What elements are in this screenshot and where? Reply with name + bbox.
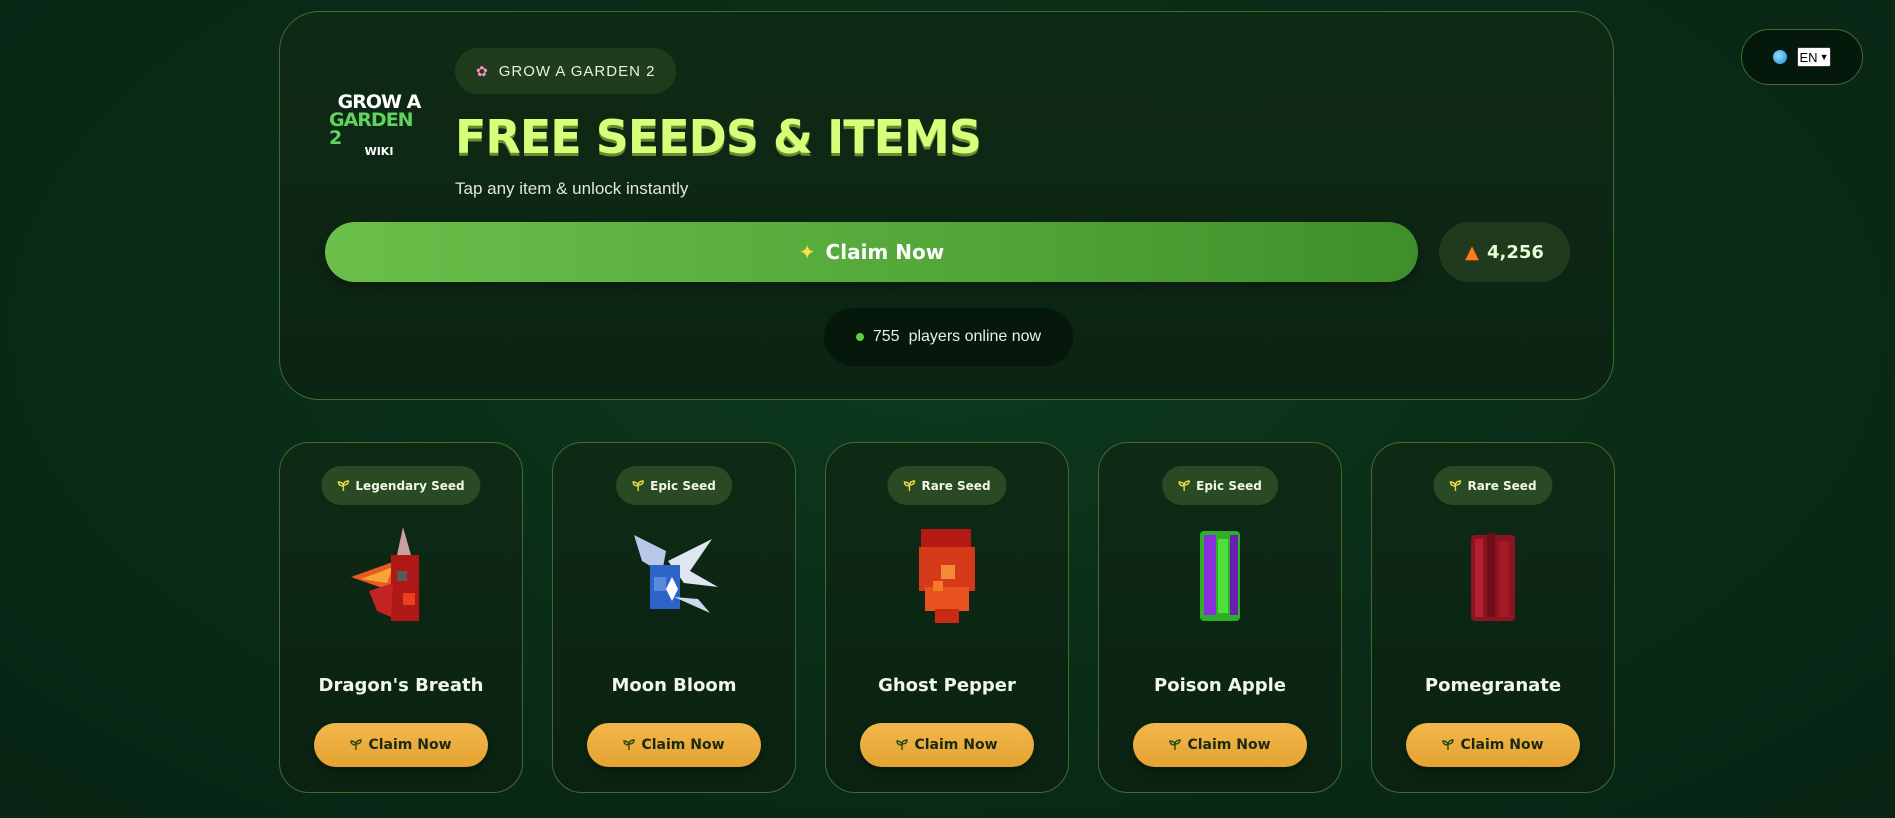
sparkle-icon: ✦ [798,240,816,264]
item-card: Legendary Seed Dragon's Breath Claim Now [279,442,523,793]
sprout-icon [623,739,636,750]
sprout-icon [337,479,350,491]
item-name: Dragon's Breath [318,675,484,696]
claim-item-label: Claim Now [368,737,452,753]
claims-count: 4,256 [1486,241,1544,263]
rarity-badge: Epic Seed [616,466,732,505]
site-logo[interactable]: GROW A GARDEN 2 WIKI [329,92,429,158]
sprout-icon [1449,479,1462,491]
item-name: Poison Apple [1154,675,1286,696]
claim-item-label: Claim Now [914,737,998,753]
sprout-icon [903,479,916,491]
language-value: EN [1799,49,1818,65]
item-name: Moon Bloom [611,675,737,696]
dragons-breath-image [351,527,419,621]
poison-apple-image [1200,531,1240,621]
claim-item-button[interactable]: Claim Now [1133,723,1307,767]
sprout-icon [1169,739,1182,750]
item-card: Rare Seed Pomegranate Claim Now [1371,442,1615,793]
online-count: 755 [872,328,900,345]
moon-bloom-image [634,535,718,613]
item-name: Pomegranate [1424,675,1562,696]
online-dot-icon [855,333,864,341]
item-name: Ghost Pepper [878,675,1016,696]
rarity-label: Rare Seed [1467,478,1537,493]
page-title: FREE SEEDS & ITEMS [455,110,982,164]
sprout-icon [1442,739,1455,750]
ghost-pepper-image [919,529,975,623]
rarity-badge: Rare Seed [887,466,1007,505]
sprout-icon [896,739,909,750]
sprout-icon [350,739,363,750]
globe-icon [1772,50,1787,64]
pomegranate-image [1471,533,1515,621]
claim-now-label: Claim Now [825,240,945,264]
online-status: 755 players online now [824,308,1073,366]
sprout-icon [632,479,644,491]
item-card: Rare Seed Ghost Pepper Claim Now [825,442,1069,793]
chevron-down-icon: ▼ [1819,52,1829,62]
sprout-icon [1178,479,1190,491]
rarity-label: Epic Seed [650,478,716,493]
language-dropdown[interactable]: EN ▼ [1796,47,1832,67]
hero-panel: GROW A GARDEN 2 WIKI ✿ GROW A GARDEN 2 F… [279,11,1614,400]
claim-item-label: Claim Now [1460,737,1544,753]
claim-now-button[interactable]: ✦ Claim Now [325,222,1418,282]
claim-item-button[interactable]: Claim Now [860,723,1034,767]
logo-line-2: GARDEN 2 [329,108,414,149]
claim-item-label: Claim Now [641,737,725,753]
online-text: players online now [908,328,1042,345]
fire-icon: ▲ [1465,241,1479,263]
rarity-label: Rare Seed [921,478,991,493]
claim-item-button[interactable]: Claim Now [587,723,761,767]
flower-icon: ✿ [476,62,489,79]
rarity-label: Legendary Seed [355,478,465,493]
claim-item-label: Claim Now [1187,737,1271,753]
logo-line-3: WIKI [364,144,394,158]
claim-item-button[interactable]: Claim Now [314,723,488,767]
rarity-badge: Epic Seed [1162,466,1278,505]
rarity-badge: Legendary Seed [321,466,481,505]
language-selector[interactable]: EN ▼ [1741,29,1863,85]
game-tag: ✿ GROW A GARDEN 2 [455,48,677,94]
claims-counter: ▲ 4,256 [1439,222,1570,282]
game-tag-label: GROW A GARDEN 2 [498,62,656,80]
claim-item-button[interactable]: Claim Now [1406,723,1580,767]
page-subtitle: Tap any item & unlock instantly [455,179,689,198]
rarity-badge: Rare Seed [1433,466,1553,505]
rarity-label: Epic Seed [1196,478,1262,493]
item-card: Epic Seed Poison Apple Claim Now [1098,442,1342,793]
item-card: Epic Seed Moon Bloom Claim Now [552,442,796,793]
